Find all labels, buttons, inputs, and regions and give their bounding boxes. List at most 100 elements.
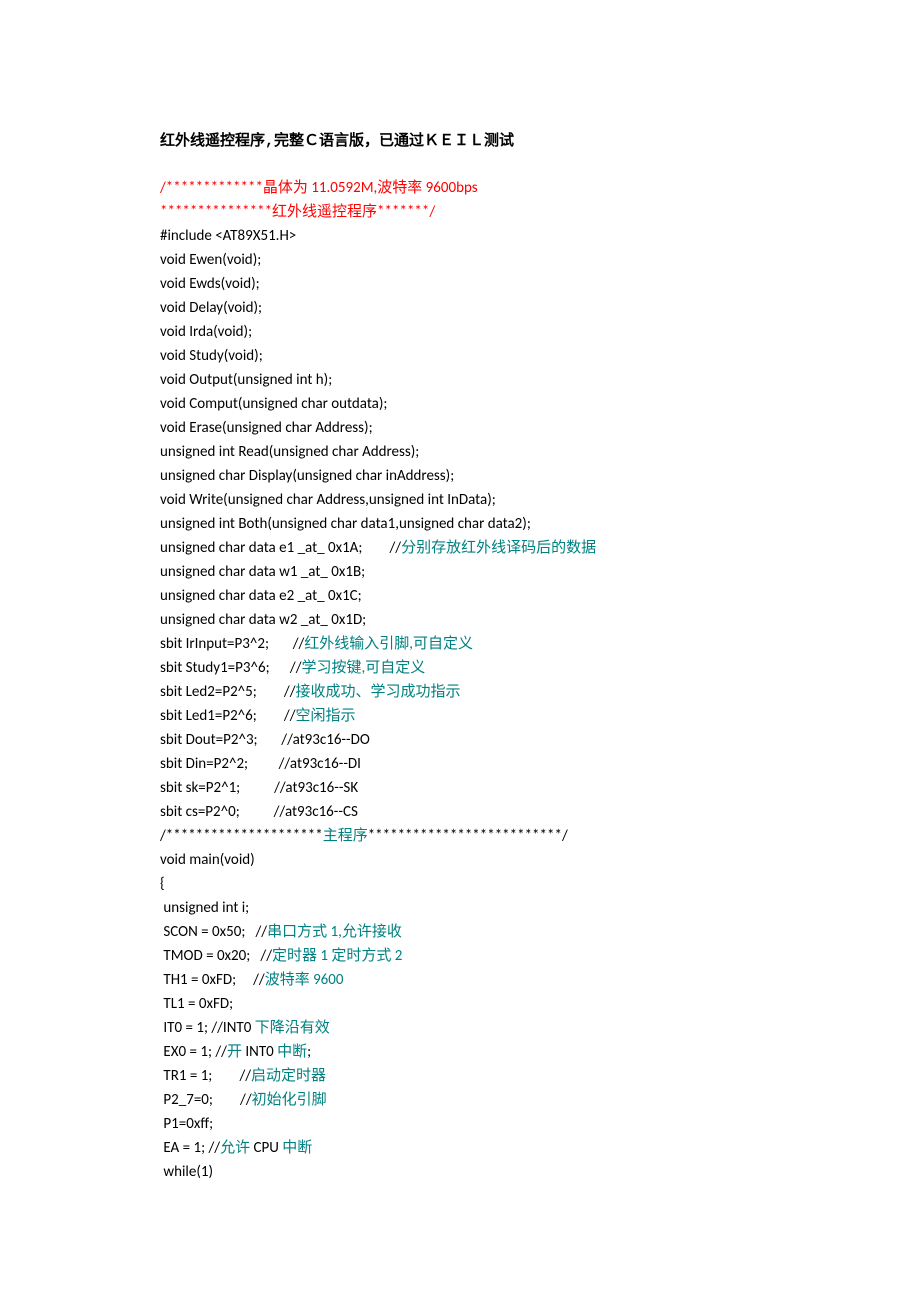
code-segment: void Ewen(void); xyxy=(160,251,261,269)
code-segment: sbit cs=P2^0; //at93c16--CS xyxy=(160,803,358,821)
code-segment: 开 xyxy=(227,1043,245,1061)
code-segment: 初始化引脚 xyxy=(252,1091,327,1109)
code-segment: SCON = 0x50; // xyxy=(160,923,267,941)
code-segment: 波特率 9600 xyxy=(265,971,344,989)
code-segment: TMOD = 0x20; // xyxy=(160,947,272,965)
code-line: sbit IrInput=P3^2; //红外线输入引脚,可自定义 xyxy=(160,632,920,656)
code-line: EA = 1; //允许 CPU 中断 xyxy=(160,1136,920,1160)
code-segment: #include <AT89X51.H> xyxy=(160,227,296,245)
code-segment: 启动定时器 xyxy=(251,1067,326,1085)
code-segment: 接收成功、学习成功指示 xyxy=(295,683,460,701)
code-line: /*********************主程序***************… xyxy=(160,824,920,848)
code-segment: sbit Led2=P2^5; // xyxy=(160,683,295,701)
code-line: sbit Led1=P2^6; //空闲指示 xyxy=(160,704,920,728)
code-line: TMOD = 0x20; //定时器 1 定时方式 2 xyxy=(160,944,920,968)
code-segment: /*************晶体为 11.0592M,波特率 9600bps xyxy=(160,179,478,197)
code-segment: sbit IrInput=P3^2; // xyxy=(160,635,304,653)
code-line: sbit cs=P2^0; //at93c16--CS xyxy=(160,800,920,824)
code-line: void Comput(unsigned char outdata); xyxy=(160,392,920,416)
code-segment: sbit sk=P2^1; //at93c16--SK xyxy=(160,779,358,797)
code-segment: 中断 xyxy=(277,1043,307,1061)
code-line: SCON = 0x50; //串口方式 1,允许接收 xyxy=(160,920,920,944)
document-title: 红外线遥控程序,完整Ｃ语言版，已通过ＫＥＩＬ测试 xyxy=(160,130,920,154)
code-segment: **************************/ xyxy=(368,827,568,845)
code-line: sbit Din=P2^2; //at93c16--DI xyxy=(160,752,920,776)
code-segment: INT0 xyxy=(245,1043,277,1061)
code-line: void Output(unsigned int h); xyxy=(160,368,920,392)
code-segment: 定时器 1 定时方式 2 xyxy=(272,947,402,965)
code-line: /*************晶体为 11.0592M,波特率 9600bps xyxy=(160,176,920,200)
code-segment: unsigned char data e1 _at_ 0x1A; // xyxy=(160,539,401,557)
code-line: void Irda(void); xyxy=(160,320,920,344)
code-segment: void Write(unsigned char Address,unsigne… xyxy=(160,491,496,509)
code-line: sbit Study1=P3^6; //学习按键,可自定义 xyxy=(160,656,920,680)
code-segment: unsigned int Both(unsigned char data1,un… xyxy=(160,515,531,533)
code-line: P2_7=0; //初始化引脚 xyxy=(160,1088,920,1112)
code-segment: unsigned char data w2 _at_ 0x1D; xyxy=(160,611,366,629)
code-line: unsigned char data w1 _at_ 0x1B; xyxy=(160,560,920,584)
code-line: { xyxy=(160,872,920,896)
code-line: TH1 = 0xFD; //波特率 9600 xyxy=(160,968,920,992)
code-segment: ; xyxy=(307,1043,311,1061)
code-segment: void Erase(unsigned char Address); xyxy=(160,419,373,437)
code-segment: 中断 xyxy=(282,1139,312,1157)
code-line: void Write(unsigned char Address,unsigne… xyxy=(160,488,920,512)
code-line: unsigned int i; xyxy=(160,896,920,920)
code-segment: sbit Study1=P3^6; // xyxy=(160,659,302,677)
code-segment: 分别存放红外线译码后的数据 xyxy=(401,539,596,557)
code-line: void Delay(void); xyxy=(160,296,920,320)
code-segment: void main(void) xyxy=(160,851,255,869)
code-segment: CPU xyxy=(254,1139,283,1157)
code-line: #include <AT89X51.H> xyxy=(160,224,920,248)
code-line: P1=0xff; xyxy=(160,1112,920,1136)
code-line: unsigned int Read(unsigned char Address)… xyxy=(160,440,920,464)
code-segment: unsigned char Display(unsigned char inAd… xyxy=(160,467,454,485)
code-segment: TR1 = 1; // xyxy=(160,1067,251,1085)
code-line: unsigned int Both(unsigned char data1,un… xyxy=(160,512,920,536)
code-line: ***************红外线遥控程序*******/ xyxy=(160,200,920,224)
code-line: EX0 = 1; //开 INT0 中断; xyxy=(160,1040,920,1064)
code-segment: unsigned char data e2 _at_ 0x1C; xyxy=(160,587,362,605)
code-segment: sbit Led1=P2^6; // xyxy=(160,707,295,725)
code-line: unsigned char data e1 _at_ 0x1A; //分别存放红… xyxy=(160,536,920,560)
code-line: sbit sk=P2^1; //at93c16--SK xyxy=(160,776,920,800)
code-segment: void Delay(void); xyxy=(160,299,262,317)
code-segment: void Irda(void); xyxy=(160,323,252,341)
code-segment: void Study(void); xyxy=(160,347,263,365)
code-segment: while(1) xyxy=(160,1163,213,1181)
code-line: unsigned char Display(unsigned char inAd… xyxy=(160,464,920,488)
code-segment: 下降沿有效 xyxy=(255,1019,330,1037)
code-segment: void Ewds(void); xyxy=(160,275,260,293)
code-segment: /********************* xyxy=(160,827,323,845)
code-line: void Erase(unsigned char Address); xyxy=(160,416,920,440)
code-line: void main(void) xyxy=(160,848,920,872)
code-segment: EA = 1; // xyxy=(160,1139,220,1157)
code-line: void Ewen(void); xyxy=(160,248,920,272)
code-line: sbit Led2=P2^5; //接收成功、学习成功指示 xyxy=(160,680,920,704)
code-segment: void Output(unsigned int h); xyxy=(160,371,332,389)
code-segment: unsigned int i; xyxy=(160,899,249,917)
code-segment: 主程序 xyxy=(323,827,368,845)
code-line: sbit Dout=P2^3; //at93c16--DO xyxy=(160,728,920,752)
code-segment: void Comput(unsigned char outdata); xyxy=(160,395,387,413)
code-segment: EX0 = 1; // xyxy=(160,1043,227,1061)
code-segment: TH1 = 0xFD; // xyxy=(160,971,265,989)
code-segment: 红外线输入引脚,可自定义 xyxy=(304,635,473,653)
code-block: /*************晶体为 11.0592M,波特率 9600bps **… xyxy=(160,176,920,1184)
code-line: TR1 = 1; //启动定时器 xyxy=(160,1064,920,1088)
code-segment: 串口方式 1,允许接收 xyxy=(267,923,402,941)
document-page: 红外线遥控程序,完整Ｃ语言版，已通过ＫＥＩＬ测试 /*************晶… xyxy=(0,0,920,1302)
code-segment: ***************红外线遥控程序*******/ xyxy=(160,203,435,221)
code-line: IT0 = 1; //INT0 下降沿有效 xyxy=(160,1016,920,1040)
code-segment: P1=0xff; xyxy=(160,1115,213,1133)
code-segment: unsigned int Read(unsigned char Address)… xyxy=(160,443,419,461)
code-segment: sbit Dout=P2^3; //at93c16--DO xyxy=(160,731,370,749)
code-segment: 空闲指示 xyxy=(295,707,355,725)
code-line: void Ewds(void); xyxy=(160,272,920,296)
code-line: TL1 = 0xFD; xyxy=(160,992,920,1016)
code-line: while(1) xyxy=(160,1160,920,1184)
code-segment: { xyxy=(160,875,165,893)
code-segment: P2_7=0; // xyxy=(160,1091,252,1109)
code-segment: unsigned char data w1 _at_ 0x1B; xyxy=(160,563,365,581)
code-segment: 允许 xyxy=(220,1139,253,1157)
